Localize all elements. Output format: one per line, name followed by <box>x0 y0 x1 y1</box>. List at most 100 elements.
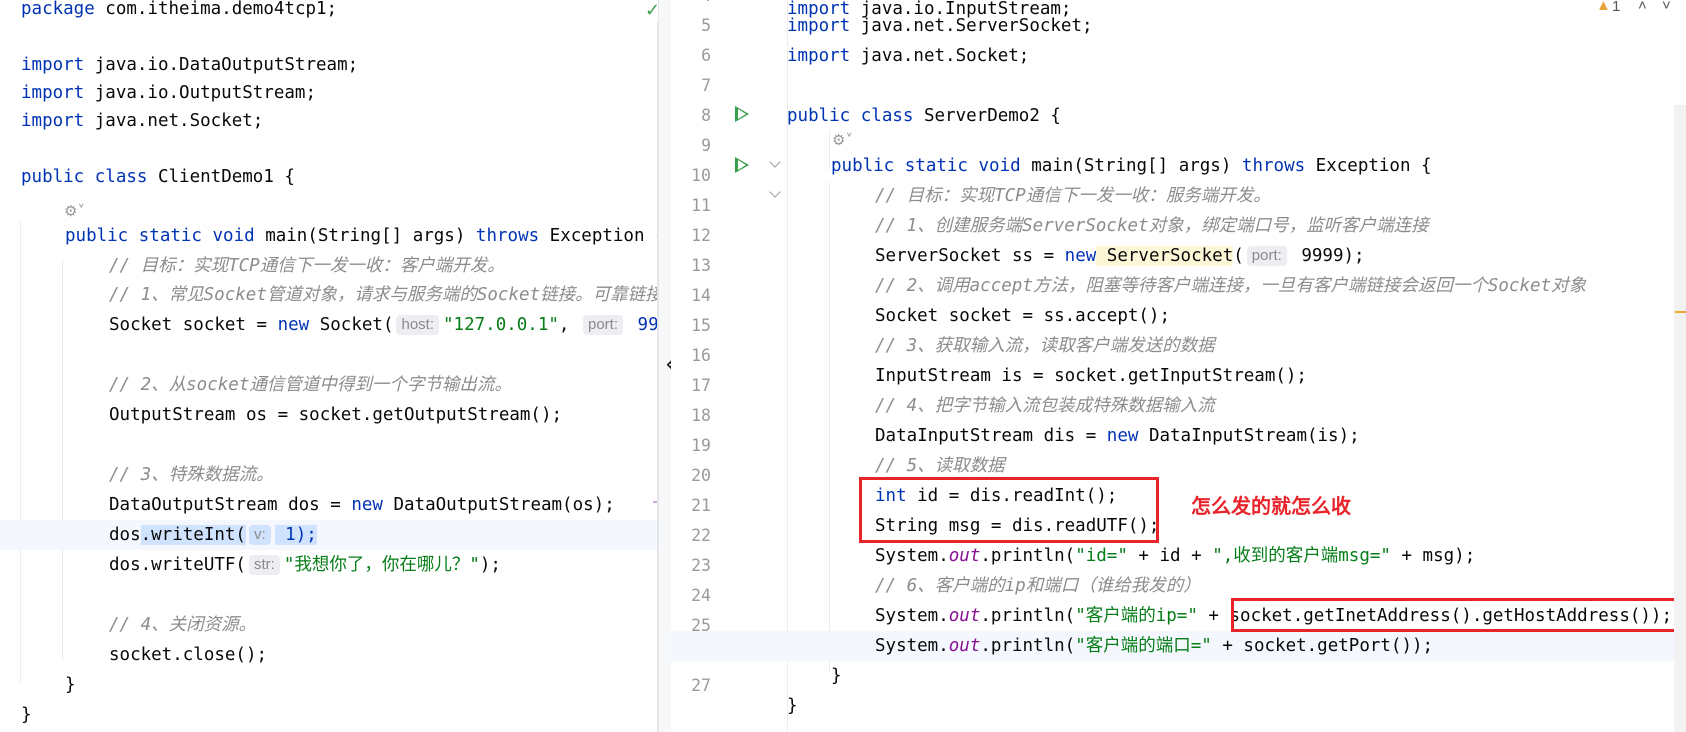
comment-text: // 1、创建服务端ServerSocket对象，绑定端口号，监听客户端连接 <box>875 216 1429 236</box>
code-line-socket-close[interactable]: socket.close(); <box>0 640 671 670</box>
parameter-hint: str: <box>248 555 280 575</box>
code-line-accept[interactable]: Socket socket = ss.accept(); <box>671 301 1686 331</box>
highlight-box-read <box>859 477 1159 543</box>
code-text: com.itheima.demo4tcp1; <box>94 0 338 19</box>
code-text: dos <box>109 525 141 545</box>
comment-text: // 6、客户端的ip和端口（谁给我发的） <box>875 576 1201 596</box>
string-literal: "127.0.0.1" <box>443 315 559 335</box>
right-scrollbar[interactable] <box>1674 105 1686 732</box>
ai-assistant-icon[interactable]: ⚙˅ <box>832 131 853 149</box>
static-field: out <box>948 636 981 656</box>
code-comment[interactable]: // 1、常见Socket管道对象，请求与服务端的Socket链接。可靠链接 <box>0 280 671 310</box>
code-line-data-input-stream[interactable]: DataInputStream dis = new DataInputStrea… <box>671 421 1686 451</box>
code-text: socket.close(); <box>109 645 268 665</box>
code-line-write-utf[interactable]: dos.writeUTF(str: "我想你了，你在哪儿？"); <box>0 550 671 580</box>
code-text: 9999); <box>1290 246 1365 266</box>
keyword: public static void <box>831 156 1021 176</box>
comment-text: // 3、获取输入流，读取客户端发送的数据 <box>875 336 1215 356</box>
code-comment[interactable]: // 3、获取输入流，读取客户端发送的数据 <box>671 331 1686 361</box>
code-text: Socket( <box>309 315 394 335</box>
code-text: ); <box>479 555 501 575</box>
right-editor-pane[interactable]: 4567891011121314151617181920212223242526… <box>671 0 1686 732</box>
code-line-server-socket[interactable]: ServerSocket ss = new ServerSocket(port:… <box>671 241 1686 271</box>
keyword: throws <box>475 226 540 246</box>
code-line-input-stream[interactable]: InputStream is = socket.getInputStream()… <box>671 361 1686 391</box>
code-comment[interactable]: // 4、关闭资源。 <box>0 610 671 640</box>
code-line-data-output-stream[interactable]: DataOutputStream dos = new DataOutputStr… <box>0 490 671 520</box>
chevron-up-icon[interactable]: ˄ <box>1638 0 1647 14</box>
highlight-box-host <box>1231 598 1686 632</box>
code-comment[interactable]: // 1、创建服务端ServerSocket对象，绑定端口号，监听客户端连接 <box>671 211 1686 241</box>
warning-icon[interactable]: ▲ <box>1596 0 1611 14</box>
comment-text: // 3、特殊数据流。 <box>109 465 274 485</box>
code-line-package[interactable]: package com.itheima.demo4tcp1; <box>0 0 671 24</box>
code-line-write-int[interactable]: dos.writeInt(v: 1); <box>0 520 671 550</box>
keyword: new <box>277 315 310 335</box>
code-line-import[interactable]: import java.io.OutputStream; <box>0 78 671 108</box>
code-comment[interactable]: // 目标：实现TCP通信下一发一收：服务端开发。 <box>671 181 1686 211</box>
ai-assistant-icon[interactable]: ⚙˅ <box>64 202 85 220</box>
left-editor-pane[interactable]: ✓ package com.itheima.demo4tcp1; import … <box>0 0 671 732</box>
static-field: out <box>948 606 981 626</box>
code-line-import[interactable]: import java.net.Socket; <box>671 41 1686 71</box>
code-line-main-method[interactable]: public static void main(String[] args) t… <box>671 151 1686 181</box>
code-text: DataOutputStream dos = <box>109 495 352 515</box>
string-literal: ",收到的客户端msg=" <box>1212 546 1391 566</box>
code-text: + id + <box>1127 546 1213 566</box>
code-comment[interactable]: // 5、读取数据 <box>671 451 1686 481</box>
chevron-down-icon[interactable]: ˅ <box>1662 0 1671 14</box>
code-text: System. <box>875 546 949 566</box>
code-line-main-method[interactable]: public static void main(String[] args) t… <box>0 221 671 251</box>
code-line-read-utf[interactable]: String msg = dis.readUTF(); <box>671 511 1686 541</box>
comment-text: // 1、常见Socket管道对象，请求与服务端的Socket链接。可靠链接 <box>109 285 663 305</box>
code-line-output-stream[interactable]: OutputStream os = socket.getOutputStream… <box>0 400 671 430</box>
code-text: main(String[] args) <box>1020 156 1242 176</box>
code-text: java.io.DataOutputStream; <box>84 55 359 75</box>
code-line-socket-new[interactable]: Socket socket = new Socket(host: "127.0.0… <box>0 310 671 340</box>
comment-text: // 2、调用accept方法，阻塞等待客户端连接，一旦有客户端链接会返回一个S… <box>875 276 1587 296</box>
code-comment[interactable]: // 4、把字节输入流包装成特殊数据输入流 <box>671 391 1686 421</box>
code-text: Exception { <box>539 226 666 246</box>
code-line-class-decl[interactable]: public class ServerDemo2 { <box>671 101 1686 131</box>
keyword: import <box>21 55 85 75</box>
code-line-close-brace[interactable]: } <box>0 700 671 730</box>
code-comment[interactable]: // 2、调用accept方法，阻塞等待客户端连接，一旦有客户端链接会返回一个S… <box>671 271 1686 301</box>
code-line-close-brace[interactable]: } <box>0 670 671 700</box>
string-literal: "客户端的ip=" <box>1075 606 1198 626</box>
code-line-import[interactable]: import java.net.Socket; <box>0 106 671 136</box>
code-comment[interactable]: // 3、特殊数据流。 <box>0 460 671 490</box>
code-text: System. <box>875 606 949 626</box>
keyword: import <box>21 111 85 131</box>
code-line-close-brace[interactable]: } <box>671 691 1686 721</box>
static-field: out <box>948 546 981 566</box>
code-line-class-decl[interactable]: public class ClientDemo1 { <box>0 162 671 192</box>
selected-text: 1); <box>274 525 317 545</box>
code-line-close-brace[interactable]: } <box>671 661 1686 691</box>
code-line-import[interactable]: import java.io.DataOutputStream; <box>0 50 671 80</box>
comment-text: // 2、从socket通信管道中得到一个字节输出流。 <box>109 375 512 395</box>
code-comment[interactable]: // 目标：实现TCP通信下一发一收：客户端开发。 <box>0 251 671 281</box>
keyword: import <box>21 83 85 103</box>
code-comment[interactable]: // 2、从socket通信管道中得到一个字节输出流。 <box>0 370 671 400</box>
selected-text: .writeInt( <box>140 525 246 545</box>
code-text: } <box>831 666 842 686</box>
annotation-label: 怎么发的就怎么收 <box>1191 494 1351 518</box>
string-literal: "id=" <box>1075 546 1128 566</box>
code-text: } <box>787 696 798 716</box>
comment-text: // 目标：实现TCP通信下一发一收：服务端开发。 <box>875 186 1271 206</box>
code-text: } <box>65 675 76 695</box>
code-line-read-int[interactable]: int id = dis.readInt(); <box>671 481 1686 511</box>
code-text: java.io.OutputStream; <box>84 83 317 103</box>
code-line-println-port[interactable]: System.out.println("客户端的端口=" + socket.ge… <box>671 631 1686 661</box>
code-line-println-id[interactable]: System.out.println("id=" + id + ",收到的客户端… <box>671 541 1686 571</box>
scroll-marker <box>1675 311 1686 313</box>
code-text: ( <box>1233 246 1244 266</box>
code-line-import[interactable]: import java.net.ServerSocket; <box>671 11 1686 41</box>
code-text: Exception { <box>1305 156 1432 176</box>
code-text: Socket socket = ss.accept(); <box>875 306 1171 326</box>
code-text: ServerDemo2 { <box>913 106 1061 126</box>
code-comment[interactable]: // 6、客户端的ip和端口（谁给我发的） <box>671 571 1686 601</box>
keyword: public class <box>21 167 148 187</box>
code-text: DataOutputStream(os); <box>382 495 615 515</box>
code-text: main(String[] args) <box>254 226 476 246</box>
